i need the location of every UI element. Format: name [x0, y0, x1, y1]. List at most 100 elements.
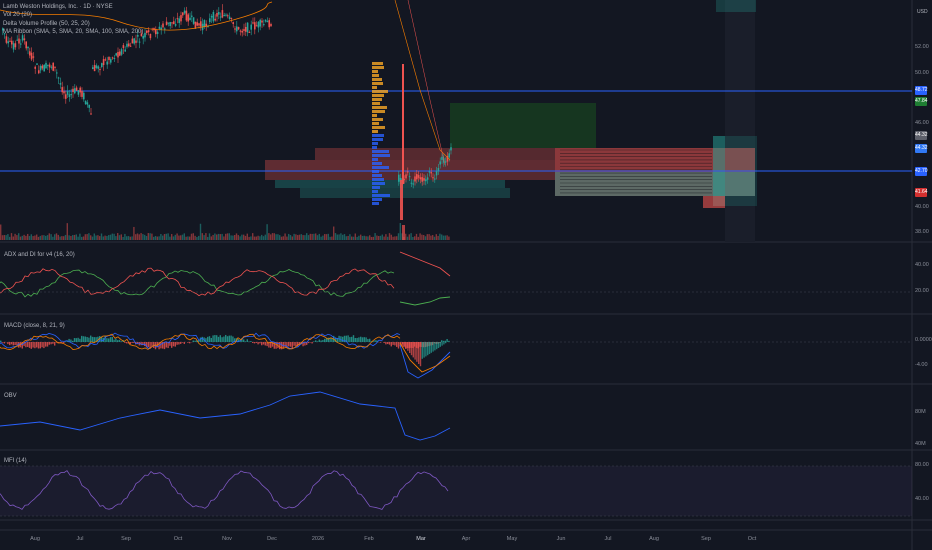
vp-bar: [372, 118, 383, 121]
chart-canvas[interactable]: [0, 0, 932, 550]
volume-bar: [282, 236, 284, 240]
macd-histogram-bar: [48, 342, 50, 345]
candle-body: [160, 27, 162, 30]
volume-bar: [163, 234, 166, 240]
volume-legend[interactable]: Vol 20 (20): [3, 11, 143, 19]
volume-bar: [61, 236, 63, 240]
macd-histogram-bar: [445, 342, 447, 344]
macd-histogram-bar: [86, 336, 88, 342]
volume-bar: [374, 233, 376, 240]
volume-bar: [73, 234, 76, 240]
volume-bar: [127, 236, 130, 240]
volume-bar: [340, 233, 342, 240]
volume-bar: [198, 235, 200, 240]
volume-bar: [149, 233, 151, 240]
macd-histogram-bar: [46, 342, 49, 347]
macd-histogram-bar: [216, 335, 218, 342]
volume-bar: [284, 233, 286, 240]
symbol-legend[interactable]: Lamb Weston Holdings, Inc. · 1D · NYSE: [3, 3, 143, 11]
volume-bar: [32, 236, 34, 240]
macd-histogram-bar: [441, 340, 443, 342]
candle-body: [430, 172, 432, 174]
volume-bar: [55, 233, 58, 240]
macd-histogram-bar: [441, 342, 443, 346]
obv-label[interactable]: OBV: [4, 393, 17, 399]
time-tick: Apr: [461, 536, 471, 542]
volume-bar: [311, 233, 313, 240]
macd-histogram-bar: [311, 342, 313, 344]
candle-body: [243, 29, 245, 31]
macd-histogram-bar: [225, 334, 227, 342]
vp-bar: [372, 158, 378, 161]
vp-bar: [372, 182, 385, 185]
candle-body: [144, 32, 146, 38]
volume-bar: [439, 233, 441, 240]
candle-body: [133, 38, 135, 44]
volume-bar: [241, 234, 243, 240]
volume-bar: [36, 234, 38, 240]
macd-histogram-bar: [356, 337, 358, 342]
volume-bar: [118, 235, 121, 240]
macd-histogram-bar: [1, 342, 4, 343]
vp-bar: [372, 122, 379, 125]
volume-profile-legend[interactable]: Delta Volume Profile (50, 25, 20): [3, 20, 143, 28]
macd-histogram-bar: [352, 335, 355, 342]
time-tick: 2026: [311, 536, 325, 542]
time-tick: Sep: [701, 536, 711, 542]
macd-histogram-bar: [84, 336, 86, 342]
candle-body: [138, 41, 141, 43]
volume-bar: [214, 233, 216, 240]
candle-body: [29, 51, 31, 56]
volume-bar: [358, 235, 360, 240]
candle-body: [250, 24, 252, 30]
macd-histogram-bar: [54, 342, 56, 346]
candle-body: [450, 147, 452, 151]
vp-bar: [372, 102, 380, 105]
candle-body: [27, 46, 29, 49]
volume-bar: [174, 234, 176, 240]
macd-histogram-bar: [432, 342, 434, 352]
macd-label[interactable]: MACD (close, 8, 21, 9): [4, 323, 65, 329]
volume-bar: [259, 236, 261, 240]
volume-bar: [316, 235, 319, 240]
macd-histogram-bar: [115, 338, 117, 342]
macd-histogram-bar: [423, 342, 425, 358]
volume-bar: [444, 235, 446, 240]
volume-bar: [126, 236, 128, 240]
volume-bar: [315, 233, 317, 240]
candle-body: [219, 16, 222, 18]
mfi-label[interactable]: MFI (14): [4, 458, 27, 464]
candle-body: [34, 66, 36, 69]
volume-bar: [23, 234, 25, 240]
macd-histogram-bar: [9, 342, 11, 346]
volume-bar: [144, 234, 146, 240]
adx-label[interactable]: ADX and DI for v4 (16, 20): [4, 252, 75, 258]
time-tick: Jun: [556, 536, 566, 542]
macd-histogram-bar: [91, 336, 94, 342]
volume-bar: [252, 233, 254, 240]
profile-tail: [703, 196, 725, 208]
candle-body: [38, 70, 40, 74]
time-tick: Aug: [30, 536, 40, 542]
candle-body: [230, 18, 233, 20]
macd-histogram-bar: [10, 342, 13, 345]
currency-label[interactable]: USD: [917, 9, 928, 15]
volume-bar: [426, 234, 428, 240]
volume-bar: [104, 235, 106, 240]
volume-bar: [235, 233, 238, 240]
macd-histogram-bar: [425, 342, 427, 357]
candle-body: [167, 22, 170, 24]
candle-body: [81, 90, 83, 97]
ma-ribbon-legend[interactable]: MA Ribbon (SMA, 5, SMA, 20, SMA, 100, SM…: [3, 28, 143, 36]
volume-bar: [448, 236, 450, 240]
macd-histogram-bar: [108, 338, 110, 342]
volume-bar: [21, 235, 23, 240]
volume-bar: [257, 235, 259, 240]
candle-body: [209, 18, 211, 23]
candle-body: [32, 56, 35, 58]
candle-body: [156, 31, 159, 35]
obv-tick: 40M: [915, 441, 926, 447]
volume-bar: [248, 236, 250, 240]
volume-bar: [302, 235, 304, 240]
candle-body: [180, 15, 182, 22]
